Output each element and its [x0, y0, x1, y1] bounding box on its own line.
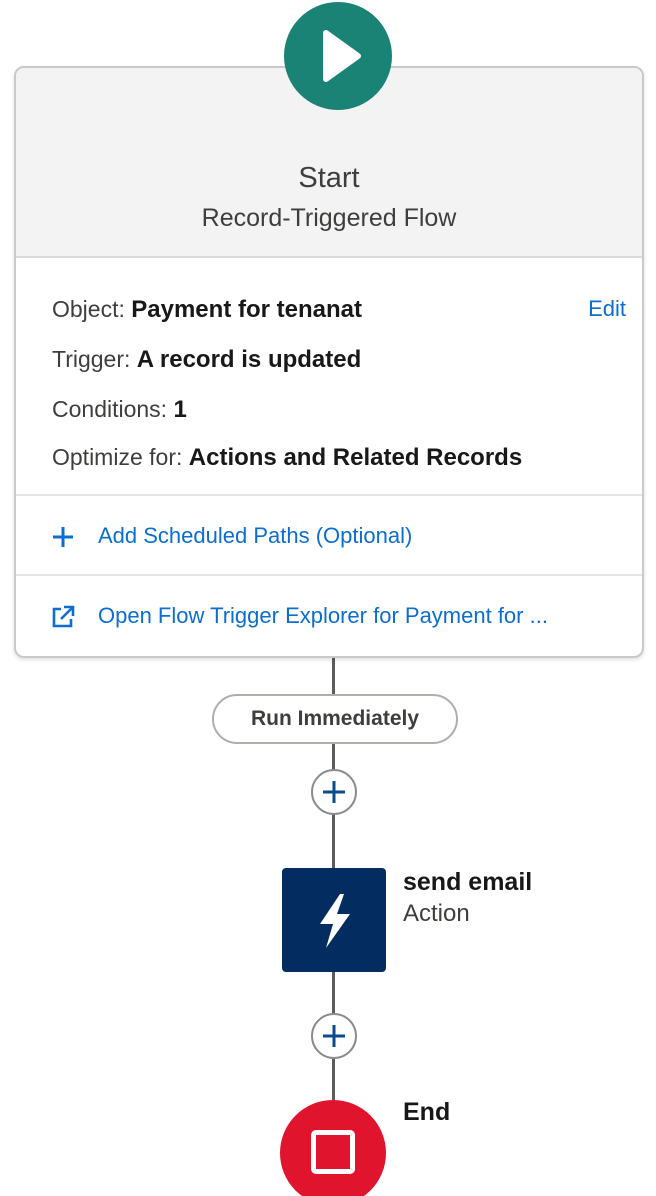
- start-subtitle: Record-Triggered Flow: [201, 204, 457, 232]
- trigger-label: Trigger:: [52, 346, 131, 372]
- optimize-row: Optimize for: Actions and Related Record…: [52, 444, 522, 472]
- flow-canvas: Start Record-Triggered Flow Object: Paym…: [0, 0, 656, 1196]
- action-name: send email: [403, 868, 533, 896]
- object-label: Object:: [52, 296, 125, 322]
- connector-line: [332, 658, 335, 696]
- start-element-card[interactable]: Start Record-Triggered Flow Object: Paym…: [14, 66, 644, 658]
- run-immediately-path-label[interactable]: Run Immediately: [212, 694, 458, 744]
- object-value: Payment for tenanat: [131, 296, 362, 323]
- conditions-label: Conditions:: [52, 396, 168, 422]
- external-link-icon: [52, 605, 75, 628]
- action-type: Action: [403, 900, 470, 927]
- stop-icon: [311, 1130, 355, 1174]
- object-row: Object: Payment for tenanat: [52, 296, 362, 324]
- plus-icon: [323, 1025, 345, 1047]
- conditions-value: 1: [173, 396, 187, 423]
- trigger-value: A record is updated: [136, 346, 362, 373]
- start-play-button[interactable]: [284, 2, 392, 110]
- plus-icon: [323, 781, 345, 803]
- start-title: Start: [298, 162, 360, 194]
- add-scheduled-paths-label: Add Scheduled Paths (Optional): [98, 523, 413, 548]
- add-element-button[interactable]: [311, 769, 357, 815]
- play-icon: [323, 30, 361, 82]
- edit-link[interactable]: Edit: [588, 296, 626, 322]
- conditions-row: Conditions: 1: [52, 396, 187, 424]
- end-label: End: [403, 1098, 451, 1126]
- send-email-action-node[interactable]: [282, 868, 386, 972]
- add-element-button[interactable]: [311, 1013, 357, 1059]
- end-node[interactable]: [280, 1100, 386, 1196]
- trigger-row: Trigger: A record is updated: [52, 346, 361, 374]
- optimize-label: Optimize for:: [52, 444, 183, 470]
- lightning-bolt-icon: [320, 894, 350, 948]
- add-scheduled-paths-link[interactable]: Add Scheduled Paths (Optional): [16, 498, 642, 576]
- optimize-value: Actions and Related Records: [188, 444, 523, 471]
- open-trigger-explorer-label: Open Flow Trigger Explorer for Payment f…: [98, 603, 548, 628]
- trigger-details: Object: Payment for tenanat Trigger: A r…: [16, 258, 642, 496]
- plus-icon: [53, 527, 73, 547]
- open-trigger-explorer-link[interactable]: Open Flow Trigger Explorer for Payment f…: [16, 578, 642, 656]
